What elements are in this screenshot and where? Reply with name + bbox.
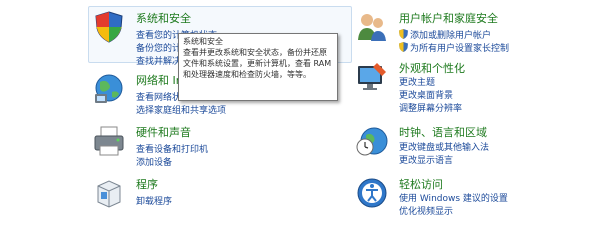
tooltip-title: 系统和安全 (183, 37, 223, 46)
users-icon (355, 10, 389, 44)
link-adjust-resolution[interactable]: 调整屏幕分辨率 (399, 101, 462, 114)
link-change-desktop-background[interactable]: 更改桌面背景 (399, 88, 453, 101)
link-change-theme[interactable]: 更改主题 (399, 75, 435, 88)
tooltip-body: 查看并更改系统和安全状态，备份并还原文件和系统设置，更新计算机，查看 RAM 和… (183, 48, 332, 79)
category-title[interactable]: 程序 (136, 176, 158, 192)
link-add-remove-users[interactable]: 添加或删除用户帐户 (399, 28, 491, 41)
shield-flag-icon (92, 10, 126, 44)
link-add-device[interactable]: 添加设备 (136, 155, 172, 168)
category-title[interactable]: 轻松访问 (399, 176, 443, 192)
accessibility-icon (355, 176, 389, 210)
category-title[interactable]: 用户帐户和家庭安全 (399, 10, 498, 26)
program-box-icon (92, 176, 126, 210)
link-devices-printers[interactable]: 查看设备和打印机 (136, 142, 208, 155)
globe-network-icon (92, 72, 126, 106)
category-title[interactable]: 硬件和声音 (136, 124, 191, 140)
category-title[interactable]: 外观和个性化 (399, 60, 465, 76)
link-parental-controls[interactable]: 为所有用户设置家长控制 (399, 41, 509, 54)
link-homegroup-sharing[interactable]: 选择家庭组和共享选项 (136, 103, 226, 116)
link-change-input-method[interactable]: 更改键盘或其他输入法 (399, 140, 489, 153)
link-optimize-display[interactable]: 优化视频显示 (399, 204, 453, 217)
link-label: 为所有用户设置家长控制 (410, 44, 510, 54)
uac-shield-icon (399, 42, 408, 52)
printer-icon (92, 124, 126, 158)
uac-shield-icon (399, 29, 408, 39)
link-recommended-settings[interactable]: 使用 Windows 建议的设置 (399, 191, 508, 204)
category-title[interactable]: 系统和安全 (136, 10, 191, 26)
clock-globe-icon (355, 124, 389, 158)
link-label: 添加或删除用户帐户 (410, 31, 492, 41)
link-change-display-language[interactable]: 更改显示语言 (399, 153, 453, 166)
link-uninstall-program[interactable]: 卸载程序 (136, 194, 172, 207)
paint-monitor-icon (355, 60, 389, 94)
category-title[interactable]: 时钟、语言和区域 (399, 124, 487, 140)
tooltip: 系统和安全 查看并更改系统和安全状态，备份并还原文件和系统设置，更新计算机，查看… (178, 33, 338, 101)
